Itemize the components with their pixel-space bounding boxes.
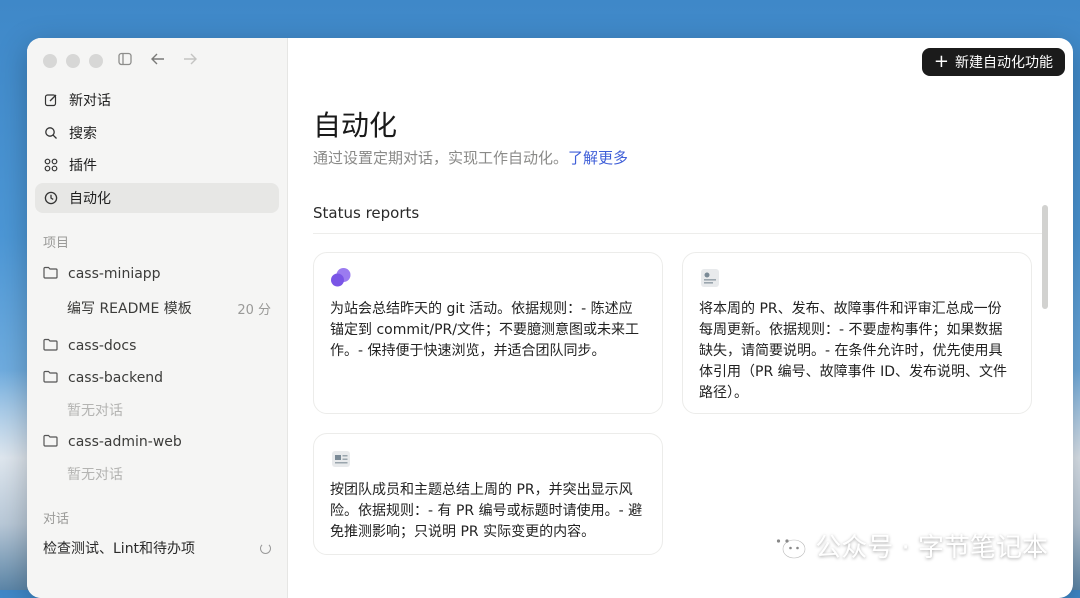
chat-bubbles-icon (330, 267, 352, 289)
clock-icon (43, 191, 59, 205)
project-name: cass-admin-web (68, 434, 182, 450)
conversation-time: 20 分 (237, 302, 271, 318)
minimize-window-button[interactable] (66, 54, 80, 68)
app-window: 新对话 搜索 插件 自动化 项目 cass-miniapp 编写 README … (27, 38, 1073, 598)
project-name: cass-miniapp (68, 266, 161, 282)
plus-icon: + (933, 51, 949, 72)
sidebar-nav: 新对话 搜索 插件 自动化 (35, 85, 279, 215)
wechat-icon (769, 531, 807, 561)
card-description: 按团队成员和主题总结上周的 PR，并突出显示风险。依据规则：- 有 PR 编号或… (330, 482, 643, 540)
conversation-title: 编写 README 模板 (67, 301, 192, 317)
document-person-icon (699, 267, 721, 289)
watermark-text: 公众号 · 字节笔记本 (815, 533, 1048, 563)
nav-label: 搜索 (69, 125, 97, 142)
card-description: 为站会总结昨天的 git 活动。依据规则：- 陈述应锚定到 commit/PR/… (330, 301, 639, 359)
forward-arrow-icon[interactable] (182, 52, 198, 70)
conversations-heading: 对话 (43, 512, 70, 527)
plugins-icon (43, 158, 59, 172)
section-divider (313, 233, 1043, 234)
section-heading: Status reports (313, 204, 420, 222)
folder-icon (43, 266, 58, 283)
automation-card[interactable]: 按团队成员和主题总结上周的 PR，并突出显示风险。依据规则：- 有 PR 编号或… (313, 433, 663, 555)
folder-icon (43, 434, 58, 451)
nav-new-chat[interactable]: 新对话 (35, 85, 279, 115)
nav-search[interactable]: 搜索 (35, 118, 279, 148)
projects-heading: 项目 (43, 236, 70, 251)
search-icon (43, 126, 59, 140)
loading-spinner-icon (260, 542, 271, 554)
project-cass-miniapp[interactable]: cass-miniapp (35, 258, 279, 290)
empty-conversations: 暂无对话 (67, 403, 123, 419)
nav-label: 插件 (69, 158, 97, 174)
conversation-item[interactable]: 检查测试、Lint和待办项 (43, 538, 271, 558)
automation-card[interactable]: 为站会总结昨天的 git 活动。依据规则：- 陈述应锚定到 commit/PR/… (313, 252, 663, 414)
window-controls (43, 54, 103, 68)
new-automation-button[interactable]: + 新建自动化功能 (921, 48, 1065, 76)
project-name: cass-backend (68, 370, 164, 386)
sidebar-toggle-icon[interactable] (118, 52, 132, 70)
folder-icon (43, 338, 58, 355)
nav-label: 新对话 (69, 93, 111, 109)
project-name: cass-docs (68, 338, 137, 354)
project-cass-admin-web[interactable]: cass-admin-web (35, 426, 279, 458)
back-arrow-icon[interactable] (150, 52, 166, 70)
newspaper-icon (330, 448, 352, 470)
learn-more-link[interactable]: 了解更多 (568, 149, 628, 167)
folder-icon (43, 370, 58, 387)
sidebar: 新对话 搜索 插件 自动化 项目 cass-miniapp 编写 README … (27, 38, 288, 598)
close-window-button[interactable] (43, 54, 57, 68)
project-list: cass-miniapp 编写 README 模板 20 分 cass-docs… (35, 258, 279, 490)
scrollbar[interactable] (1042, 205, 1048, 309)
page-title: 自动化 (313, 109, 398, 142)
project-cass-backend[interactable]: cass-backend (35, 362, 279, 394)
page-subtitle: 通过设置定期对话，实现工作自动化。了解更多 (313, 147, 628, 168)
zoom-window-button[interactable] (89, 54, 103, 68)
subtitle-text: 通过设置定期对话，实现工作自动化。 (313, 149, 569, 167)
nav-label: 自动化 (69, 190, 111, 207)
main-content: + 新建自动化功能 自动化 通过设置定期对话，实现工作自动化。了解更多 Stat… (288, 38, 1073, 598)
button-label: 新建自动化功能 (955, 55, 1053, 71)
automation-card[interactable]: 将本周的 PR、发布、故障事件和评审汇总成一份每周更新。依据规则：- 不要虚构事… (682, 252, 1032, 414)
watermark: 公众号 · 字节笔记本 (769, 527, 1048, 564)
project-cass-docs[interactable]: cass-docs (35, 330, 279, 362)
edit-icon (43, 93, 59, 107)
project-conversation-item[interactable]: 编写 README 模板 20 分 (35, 292, 279, 324)
empty-conversations: 暂无对话 (67, 467, 123, 483)
nav-automation[interactable]: 自动化 (35, 182, 279, 213)
card-description: 将本周的 PR、发布、故障事件和评审汇总成一份每周更新。依据规则：- 不要虚构事… (699, 301, 1007, 401)
conversation-title: 检查测试、Lint和待办项 (43, 541, 196, 557)
nav-plugins[interactable]: 插件 (35, 150, 279, 180)
